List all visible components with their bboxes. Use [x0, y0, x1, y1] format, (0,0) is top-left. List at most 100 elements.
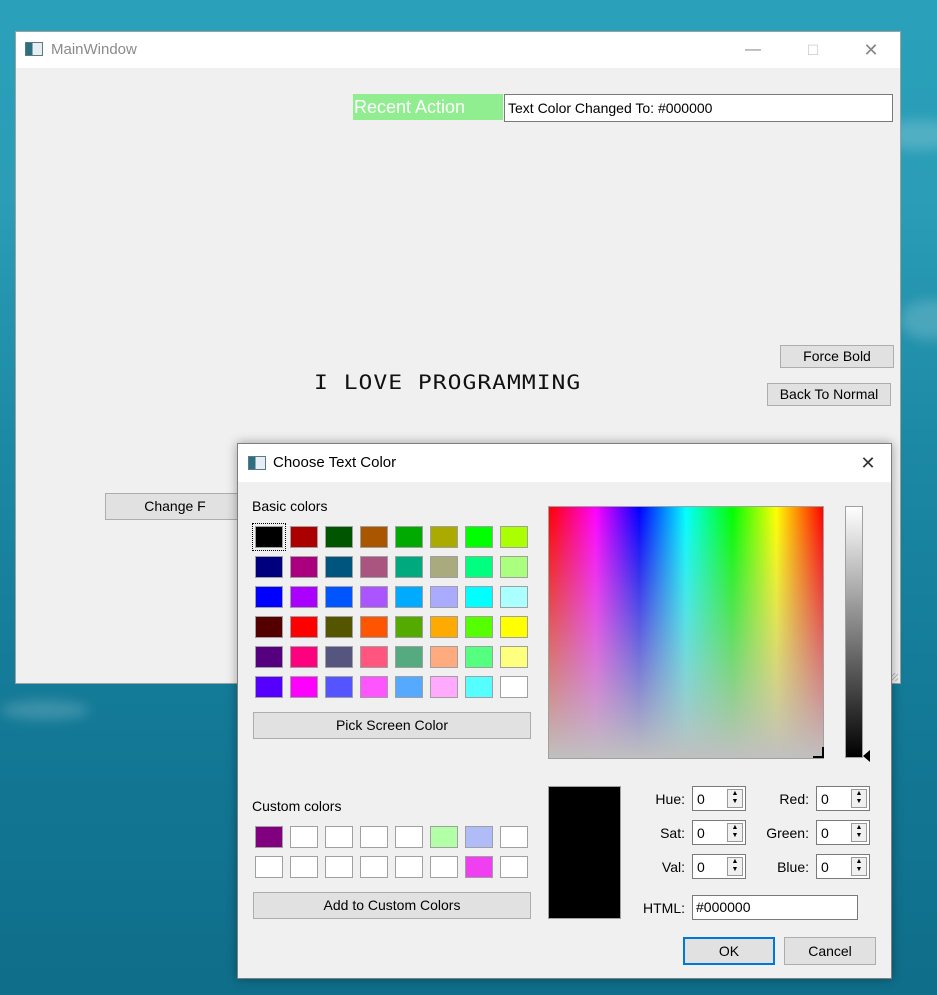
red-value[interactable]: 0: [821, 791, 829, 807]
hue-value[interactable]: 0: [697, 791, 705, 807]
basic-color-swatch[interactable]: [500, 586, 528, 608]
basic-color-swatch[interactable]: [360, 556, 388, 578]
basic-color-swatch[interactable]: [290, 586, 318, 608]
basic-color-swatch[interactable]: [465, 526, 493, 548]
luminance-slider[interactable]: [845, 506, 863, 758]
basic-color-swatch[interactable]: [290, 676, 318, 698]
custom-color-swatch[interactable]: [325, 856, 353, 878]
spin-arrows-icon[interactable]: ▲ ▼: [727, 823, 743, 842]
custom-color-swatch[interactable]: [290, 826, 318, 848]
custom-color-swatch[interactable]: [430, 826, 458, 848]
custom-color-swatch[interactable]: [360, 856, 388, 878]
spin-arrows-icon[interactable]: ▲ ▼: [727, 789, 743, 808]
basic-color-swatch[interactable]: [252, 523, 286, 551]
spin-arrows-icon[interactable]: ▲ ▼: [727, 857, 743, 876]
basic-color-swatch[interactable]: [325, 676, 353, 698]
maximize-button[interactable]: ☐: [790, 34, 836, 66]
dialog-close-button[interactable]: ✕: [853, 450, 883, 476]
green-value[interactable]: 0: [821, 825, 829, 841]
basic-color-swatch[interactable]: [430, 676, 458, 698]
basic-color-swatch[interactable]: [255, 646, 283, 668]
custom-color-swatch[interactable]: [465, 826, 493, 848]
red-spinbox[interactable]: 0 ▲ ▼: [816, 786, 870, 811]
basic-color-swatch[interactable]: [325, 646, 353, 668]
basic-color-swatch[interactable]: [290, 616, 318, 638]
spectrum-crosshair[interactable]: [813, 747, 824, 758]
basic-color-swatch[interactable]: [430, 586, 458, 608]
basic-color-swatch[interactable]: [255, 676, 283, 698]
basic-color-swatch[interactable]: [325, 586, 353, 608]
basic-color-swatch[interactable]: [465, 646, 493, 668]
basic-color-swatch[interactable]: [255, 586, 283, 608]
cancel-button[interactable]: Cancel: [784, 937, 876, 965]
custom-color-swatch[interactable]: [325, 826, 353, 848]
basic-color-swatch[interactable]: [360, 646, 388, 668]
basic-color-swatch[interactable]: [430, 646, 458, 668]
custom-color-swatch[interactable]: [360, 826, 388, 848]
basic-color-swatch[interactable]: [500, 556, 528, 578]
basic-color-swatch[interactable]: [395, 646, 423, 668]
basic-color-swatch[interactable]: [430, 526, 458, 548]
basic-color-swatch[interactable]: [360, 676, 388, 698]
basic-color-swatch[interactable]: [325, 616, 353, 638]
custom-color-swatch[interactable]: [255, 826, 283, 848]
main-window-titlebar[interactable]: MainWindow — ☐ ✕: [16, 32, 900, 68]
basic-color-swatch[interactable]: [360, 616, 388, 638]
pick-screen-color-button[interactable]: Pick Screen Color: [253, 712, 531, 739]
basic-color-swatch[interactable]: [395, 526, 423, 548]
custom-color-swatch[interactable]: [255, 856, 283, 878]
basic-color-swatch[interactable]: [255, 556, 283, 578]
basic-color-swatch[interactable]: [430, 616, 458, 638]
basic-color-swatch[interactable]: [465, 556, 493, 578]
spin-arrows-icon[interactable]: ▲ ▼: [851, 823, 867, 842]
spin-arrows-icon[interactable]: ▲ ▼: [851, 857, 867, 876]
blue-value[interactable]: 0: [821, 859, 829, 875]
custom-color-swatch[interactable]: [500, 826, 528, 848]
sat-spinbox[interactable]: 0 ▲ ▼: [692, 820, 746, 845]
basic-color-swatch[interactable]: [360, 586, 388, 608]
add-to-custom-colors-button[interactable]: Add to Custom Colors: [253, 892, 531, 919]
green-spinbox[interactable]: 0 ▲ ▼: [816, 820, 870, 845]
basic-color-swatch[interactable]: [290, 526, 318, 548]
basic-color-swatch[interactable]: [255, 616, 283, 638]
hue-spinbox[interactable]: 0 ▲ ▼: [692, 786, 746, 811]
recent-action-field[interactable]: Text Color Changed To: #000000: [504, 94, 893, 122]
custom-color-swatch[interactable]: [430, 856, 458, 878]
luminance-arrow-icon[interactable]: [863, 750, 870, 762]
html-color-input[interactable]: #000000: [692, 895, 858, 920]
basic-color-swatch[interactable]: [290, 646, 318, 668]
minimize-button[interactable]: —: [730, 34, 776, 66]
basic-color-swatch[interactable]: [500, 616, 528, 638]
basic-color-swatch[interactable]: [500, 646, 528, 668]
basic-color-swatch[interactable]: [360, 526, 388, 548]
basic-color-swatch[interactable]: [430, 556, 458, 578]
basic-color-swatch[interactable]: [395, 586, 423, 608]
custom-color-swatch[interactable]: [465, 856, 493, 878]
val-value[interactable]: 0: [697, 859, 705, 875]
basic-color-swatch[interactable]: [325, 526, 353, 548]
custom-color-swatch[interactable]: [290, 856, 318, 878]
custom-color-swatch[interactable]: [395, 826, 423, 848]
custom-color-swatch[interactable]: [395, 856, 423, 878]
basic-color-swatch[interactable]: [465, 616, 493, 638]
ok-button[interactable]: OK: [683, 937, 775, 965]
basic-color-swatch[interactable]: [395, 676, 423, 698]
spin-arrows-icon[interactable]: ▲ ▼: [851, 789, 867, 808]
color-spectrum[interactable]: [548, 506, 824, 759]
basic-color-swatch[interactable]: [500, 676, 528, 698]
basic-color-swatch[interactable]: [465, 586, 493, 608]
close-button[interactable]: ✕: [848, 34, 894, 66]
dialog-titlebar[interactable]: Choose Text Color ✕: [238, 444, 891, 482]
basic-color-swatch[interactable]: [395, 616, 423, 638]
val-spinbox[interactable]: 0 ▲ ▼: [692, 854, 746, 879]
basic-color-swatch[interactable]: [395, 556, 423, 578]
blue-spinbox[interactable]: 0 ▲ ▼: [816, 854, 870, 879]
custom-color-swatch[interactable]: [500, 856, 528, 878]
basic-color-swatch[interactable]: [500, 526, 528, 548]
force-bold-button[interactable]: Force Bold: [780, 345, 894, 368]
back-to-normal-button[interactable]: Back To Normal: [767, 383, 891, 406]
change-font-button[interactable]: Change F: [105, 493, 245, 520]
basic-color-swatch[interactable]: [290, 556, 318, 578]
basic-color-swatch[interactable]: [325, 556, 353, 578]
basic-color-swatch[interactable]: [465, 676, 493, 698]
